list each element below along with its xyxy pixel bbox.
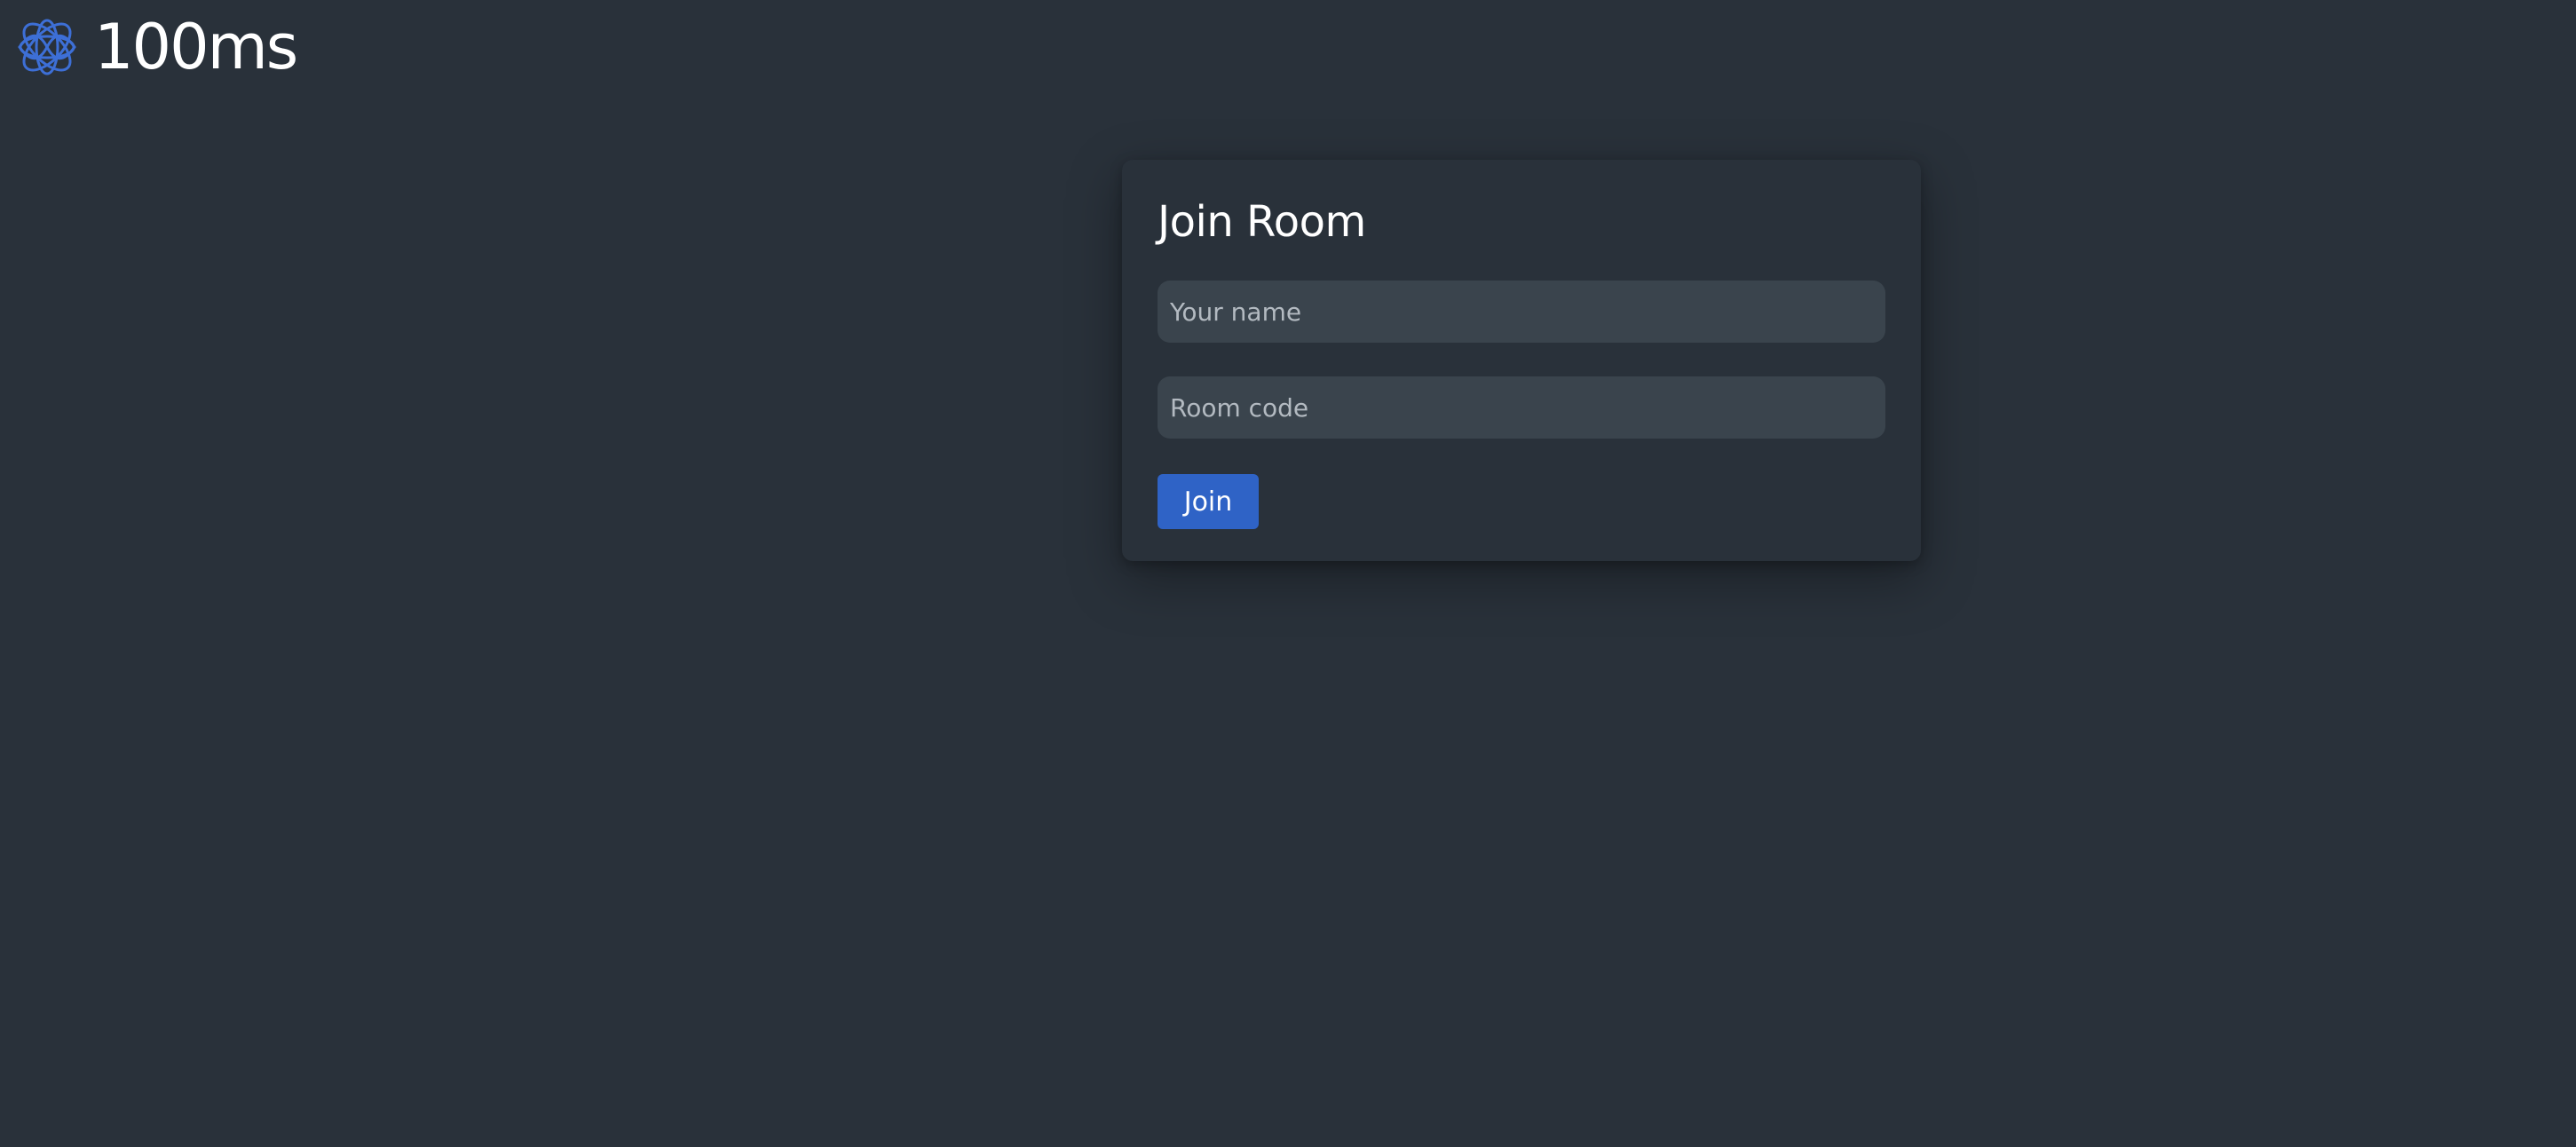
join-button[interactable]: Join (1158, 474, 1259, 529)
join-room-card: Join Room Join (1122, 160, 1921, 561)
join-room-title: Join Room (1158, 197, 1366, 247)
infinity-knot-logo-icon (18, 19, 76, 75)
app-header: 100ms (14, 11, 298, 83)
room-code-input[interactable] (1158, 376, 1885, 439)
your-name-input[interactable] (1158, 281, 1885, 343)
brand-name: 100ms (94, 11, 298, 83)
